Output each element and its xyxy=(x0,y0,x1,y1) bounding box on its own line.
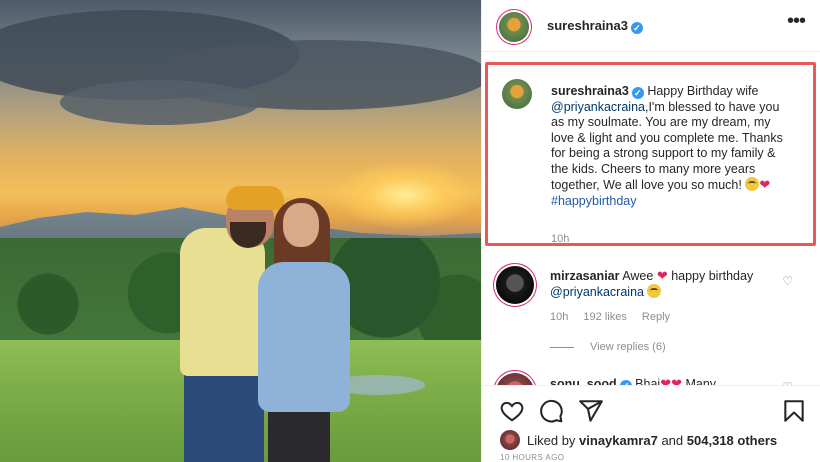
caption-text: sureshraina3 ✓ Happy Birthday wife @priya… xyxy=(551,84,791,209)
author-username[interactable]: sureshraina3 xyxy=(547,18,628,33)
likes-prefix: Liked by xyxy=(527,433,576,448)
likes-text: Liked by vinaykamra7 and 504,318 others xyxy=(527,433,777,448)
comment-meta: 10h 192 likes Reply xyxy=(550,311,682,323)
likes-count[interactable]: 504,318 others xyxy=(687,433,777,448)
more-icon[interactable]: ••• xyxy=(787,10,806,33)
verified-icon: ✓ xyxy=(631,87,644,99)
red-heart-emoji-icon: ❤ xyxy=(656,268,668,283)
author-username-row[interactable]: sureshraina3 ✓ xyxy=(547,18,643,34)
posted-ago: 10 HOURS AGO xyxy=(500,453,565,462)
comment-text-a: Awee xyxy=(622,269,654,283)
comment-icon[interactable] xyxy=(538,398,564,424)
man-cap xyxy=(226,186,284,210)
action-bar: Liked by vinaykamra7 and 504,318 others … xyxy=(482,385,820,462)
caption-intro: Happy Birthday wife xyxy=(647,84,759,98)
caption-avatar[interactable] xyxy=(502,79,532,109)
commenter-avatar[interactable] xyxy=(496,266,534,304)
caption-username[interactable]: sureshraina3 xyxy=(551,84,629,98)
post-side-panel: sureshraina3 ✓ ••• sureshraina3 ✓ Happy Bi… xyxy=(481,0,820,462)
smiling-face-emoji-icon xyxy=(647,284,662,298)
comment-likes[interactable]: 192 likes xyxy=(583,311,626,323)
comment-reply-button[interactable]: Reply xyxy=(642,311,670,323)
view-replies-button[interactable]: View replies (6) xyxy=(550,341,666,353)
caption-time: 10h xyxy=(551,233,570,245)
smiling-face-emoji-icon xyxy=(745,177,760,191)
verified-icon: ✓ xyxy=(630,22,643,34)
comment-time: 10h xyxy=(550,311,569,323)
comment-like-heart-icon[interactable]: ♡ xyxy=(782,274,793,288)
caption-highlight: sureshraina3 ✓ Happy Birthday wife @priya… xyxy=(485,62,816,246)
author-avatar[interactable] xyxy=(499,12,529,42)
post-photo[interactable] xyxy=(0,0,481,462)
comment-text: mirzasaniar Awee ❤ happy birthday @priya… xyxy=(550,268,780,300)
woman-figure xyxy=(258,262,350,412)
sun-glow xyxy=(330,160,480,230)
liker-avatar[interactable] xyxy=(500,430,520,450)
man-figure-legs xyxy=(184,372,264,462)
caption-mention[interactable]: @priyankacraina xyxy=(551,100,645,114)
post-header: sureshraina3 ✓ ••• xyxy=(482,0,820,52)
cloud xyxy=(60,80,260,125)
likes-middle: and xyxy=(661,433,684,448)
replies-divider xyxy=(550,346,574,348)
bookmark-icon[interactable] xyxy=(781,398,807,424)
comment-text-b: happy birthday xyxy=(671,269,754,283)
man-figure xyxy=(180,228,265,376)
share-icon[interactable] xyxy=(578,398,604,424)
caption-hashtag[interactable]: #happybirthday xyxy=(551,194,636,208)
red-heart-emoji-icon: ❤ xyxy=(759,177,771,192)
view-replies-label[interactable]: View replies (6) xyxy=(590,341,666,353)
woman-face xyxy=(283,203,319,247)
comment-mention[interactable]: @priyankacraina xyxy=(550,285,644,299)
heart-icon[interactable] xyxy=(499,398,525,424)
liker-username[interactable]: vinaykamra7 xyxy=(579,433,658,448)
comment-username[interactable]: mirzasaniar xyxy=(550,269,619,283)
